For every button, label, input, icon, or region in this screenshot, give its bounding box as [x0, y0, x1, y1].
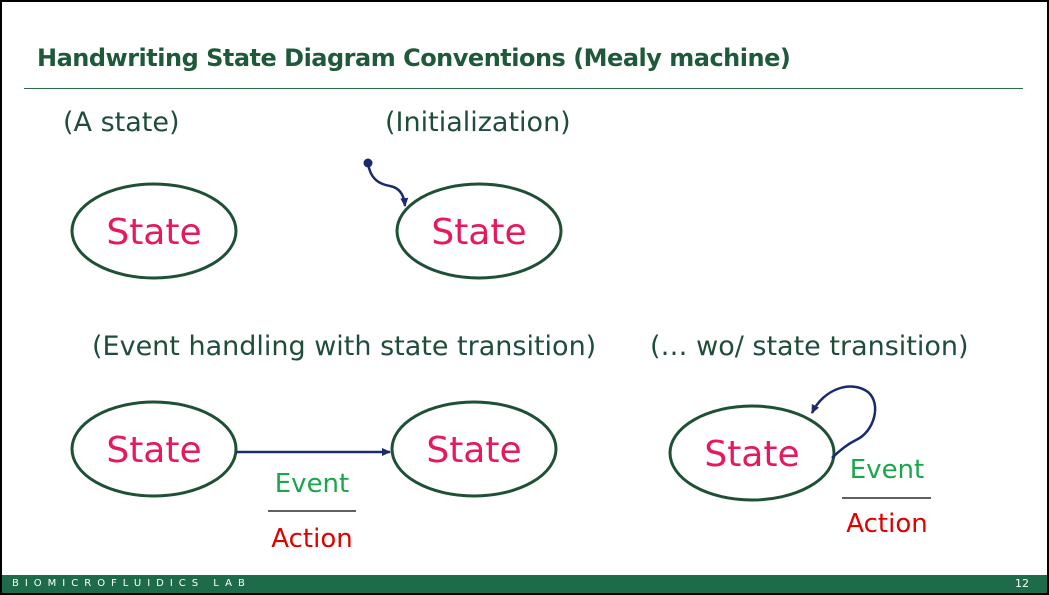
- state-label: State: [106, 430, 201, 471]
- state-node-init: State: [395, 182, 563, 280]
- footer-lab-name: BIOMICROFLUIDICS LAB: [12, 578, 251, 589]
- state-node-target: State: [390, 400, 558, 498]
- state-diagram: State State State State Event Action Sta…: [70, 158, 931, 554]
- slide: Handwriting State Diagram Conventions (M…: [0, 0, 1049, 595]
- state-node-self: State: [668, 404, 836, 502]
- state-label: State: [106, 212, 201, 253]
- state-node-a: State: [70, 182, 238, 280]
- footer-bar: BIOMICROFLUIDICS LAB 12: [2, 575, 1047, 593]
- self-loop-event-label: Event: [850, 455, 924, 485]
- self-loop-action-label: Action: [846, 509, 927, 539]
- transition-action-label: Action: [271, 524, 352, 554]
- state-label: State: [426, 430, 521, 471]
- initial-arrow: [366, 162, 409, 207]
- self-loop-arrow: [810, 385, 877, 459]
- state-node-source: State: [70, 400, 238, 498]
- page-number: 12: [1015, 577, 1029, 590]
- transition-event-label: Event: [275, 469, 349, 499]
- state-label: State: [704, 434, 799, 475]
- state-label: State: [431, 212, 526, 253]
- initial-pseudostate: [363, 158, 409, 207]
